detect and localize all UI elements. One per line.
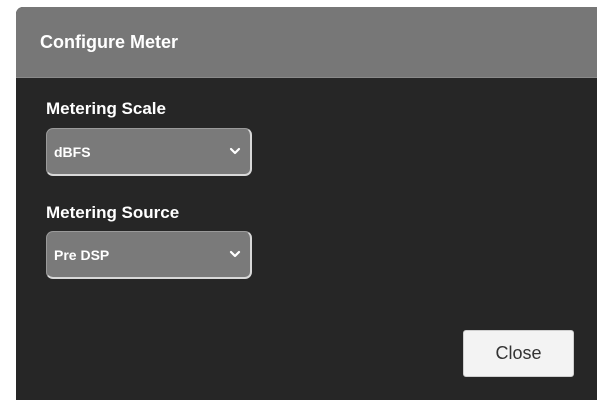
metering-source-value: Pre DSP [54, 247, 110, 263]
metering-scale-select[interactable]: dBFS [46, 128, 252, 176]
metering-source-label: Metering Source [46, 203, 180, 222]
dialog-titlebar: Configure Meter [16, 7, 597, 78]
close-button[interactable]: Close [463, 330, 574, 377]
dialog-title: Configure Meter [40, 32, 179, 52]
metering-source-select[interactable]: Pre DSP [46, 231, 252, 279]
chevron-down-icon [229, 147, 241, 155]
configure-meter-dialog: Configure Meter Metering Scale dBFS Mete… [16, 7, 597, 400]
metering-scale-label: Metering Scale [46, 99, 166, 118]
metering-scale-value: dBFS [54, 144, 91, 160]
chevron-down-icon [229, 250, 241, 258]
